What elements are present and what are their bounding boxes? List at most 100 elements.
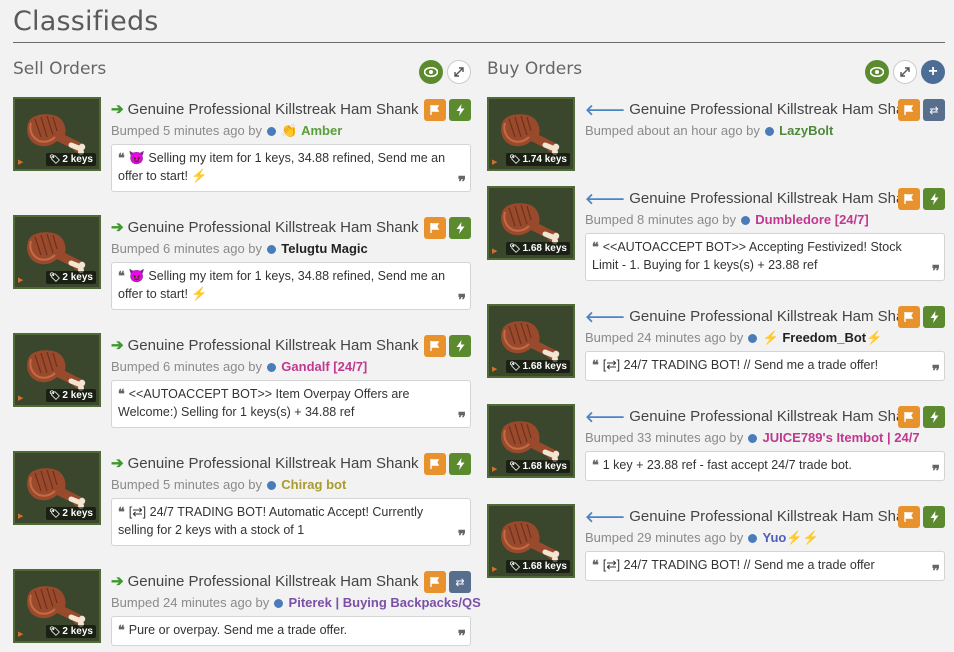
instant-trade-button[interactable] [923,406,945,428]
item-name[interactable]: Genuine Professional Killstreak Ham Shan… [629,408,920,425]
user-link[interactable]: Telugtu Magic [281,241,367,256]
user-link[interactable]: Gandalf [24/7] [281,359,367,374]
item-image[interactable]: ▶ 🏷 1.68 keys [487,404,575,478]
quote-open-icon: ❝ [118,622,125,637]
item-image[interactable]: ▶ 🏷 2 keys [13,333,101,407]
report-button[interactable] [898,306,920,328]
user-status-dot [740,216,750,225]
instant-trade-button[interactable] [449,453,471,475]
listing-details: 🡐 Genuine Professional Killstreak Ham Sha… [585,504,945,581]
listing-title[interactable]: ➔ Genuine Professional Killstreak Ham Sha… [111,569,471,593]
quote-open-icon: ❝ [592,557,599,572]
report-button[interactable] [898,188,920,210]
arrow-left-icon: 🡐 [585,508,626,526]
user-link[interactable]: Dumbledore [24/7] [755,212,868,227]
item-image[interactable]: ▶ 🏷 2 keys [13,97,101,171]
bumped-info: Bumped 5 minutes ago by 👏 Amber [111,121,471,141]
listing-title[interactable]: 🡐 Genuine Professional Killstreak Ham Sha… [585,304,945,328]
user-link[interactable]: Yuo [763,530,787,545]
message-emoji-icon: 😈 [128,150,145,165]
item-name[interactable]: Genuine Professional Killstreak Ham Shan… [128,219,419,236]
user-status-dot [266,245,276,254]
user-status-dot [266,363,276,372]
trade-offer-button[interactable]: ⇄ [449,571,471,593]
listing-details: 🡐 Genuine Professional Killstreak Ham Sha… [585,404,945,481]
comment-text: 1 key + 23.88 ref - fast accept 24/7 tra… [602,458,852,472]
item-image[interactable]: ▶ 🏷 1.74 keys [487,97,575,171]
listing-comment: ❝ 1 key + 23.88 ref - fast accept 24/7 tr… [585,451,945,481]
instant-trade-button[interactable] [923,188,945,210]
trade-offer-button[interactable]: ⇄ [923,99,945,121]
listing-title[interactable]: 🡐 Genuine Professional Killstreak Ham Sha… [585,504,945,528]
user-link[interactable]: Freedom_Bot [782,330,866,345]
item-image[interactable]: ▶ 🏷 1.68 keys [487,304,575,378]
user-prefix-icon: 👏 [281,123,298,138]
add-listing-button[interactable]: + [921,60,945,84]
report-button[interactable] [424,571,446,593]
page-title: Classifieds [13,6,159,37]
user-link[interactable]: LazyBolt [779,123,833,138]
listing-title[interactable]: 🡐 Genuine Professional Killstreak Ham Sha… [585,404,945,428]
item-name[interactable]: Genuine Professional Killstreak Ham Shan… [128,573,419,590]
price-label: 1.68 keys [522,561,568,572]
price-tag: 🏷 1.68 keys [506,242,570,255]
item-image[interactable]: ▶ 🏷 2 keys [13,451,101,525]
instant-trade-button[interactable] [449,217,471,239]
listing-actions: ⇄ [424,571,471,593]
item-name[interactable]: Genuine Professional Killstreak Ham Shan… [629,101,920,118]
user-link[interactable]: Piterek | Buying Backpacks/QS [289,595,481,610]
flag-icon [904,312,914,322]
bumped-text: Bumped 5 minutes ago by [111,123,263,138]
listing-title[interactable]: 🡐 Genuine Professional Killstreak Ham Sha… [585,186,945,210]
listing-title[interactable]: ➔ Genuine Professional Killstreak Ham Sha… [111,333,471,357]
expand-button[interactable] [447,60,471,84]
user-link[interactable]: Amber [301,123,342,138]
user-status-dot [747,434,757,443]
toggle-visibility-button[interactable] [865,60,889,84]
bumped-text: Bumped 5 minutes ago by [111,477,263,492]
quote-open-icon: ❝ [118,386,125,401]
user-link[interactable]: Chirag bot [281,477,346,492]
buy-orders-column: Buy Orders + ▶ 🏷 1.74 keys 🡐 Genuine Profess… [487,56,945,581]
expand-button[interactable] [893,60,917,84]
listing-title[interactable]: 🡐 Genuine Professional Killstreak Ham Sha… [585,97,945,121]
listing-title[interactable]: ➔ Genuine Professional Killstreak Ham Sha… [111,451,471,475]
item-image[interactable]: ▶ 🏷 2 keys [13,215,101,289]
price-label: 1.74 keys [522,154,568,165]
report-button[interactable] [424,453,446,475]
item-image[interactable]: ▶ 🏷 2 keys [13,569,101,643]
instant-trade-button[interactable] [923,306,945,328]
item-name[interactable]: Genuine Professional Killstreak Ham Shan… [128,455,419,472]
listing-actions [898,188,945,210]
instant-trade-button[interactable] [923,506,945,528]
instant-trade-button[interactable] [449,99,471,121]
item-name[interactable]: Genuine Professional Killstreak Ham Shan… [629,308,920,325]
report-button[interactable] [898,506,920,528]
price-label: 2 keys [62,272,93,283]
listing-title[interactable]: ➔ Genuine Professional Killstreak Ham Sha… [111,215,471,239]
report-button[interactable] [424,335,446,357]
item-image[interactable]: ▶ 🏷 1.68 keys [487,186,575,260]
item-name[interactable]: Genuine Professional Killstreak Ham Shan… [629,508,920,525]
item-name[interactable]: Genuine Professional Killstreak Ham Shan… [128,101,419,118]
item-name[interactable]: Genuine Professional Killstreak Ham Shan… [128,337,419,354]
lightning-icon [456,222,464,234]
lightning-icon [930,511,938,523]
report-button[interactable] [898,99,920,121]
title-divider [13,42,945,43]
quote-open-icon: ❝ [592,357,599,372]
toggle-visibility-button[interactable] [419,60,443,84]
lightning-icon [456,104,464,116]
report-button[interactable] [898,406,920,428]
quote-close-icon: ❞ [931,362,940,380]
report-button[interactable] [424,217,446,239]
report-button[interactable] [424,99,446,121]
instant-trade-button[interactable] [449,335,471,357]
sell-orders-column: Sell Orders ▶ 🏷 2 keys ➔ Genuine Professiona… [13,56,481,646]
item-name[interactable]: Genuine Professional Killstreak Ham Shan… [629,190,920,207]
user-link[interactable]: JUICE789's Itembot | 24/7 [763,430,920,445]
listing-title[interactable]: ➔ Genuine Professional Killstreak Ham Sha… [111,97,471,121]
listing-comment: ❝ <<AUTOACCEPT BOT>> Item Overpay Offers … [111,380,471,428]
bumped-info: Bumped 24 minutes ago by ⚡ Freedom_Bot⚡ [585,328,945,348]
item-image[interactable]: ▶ 🏷 1.68 keys [487,504,575,578]
